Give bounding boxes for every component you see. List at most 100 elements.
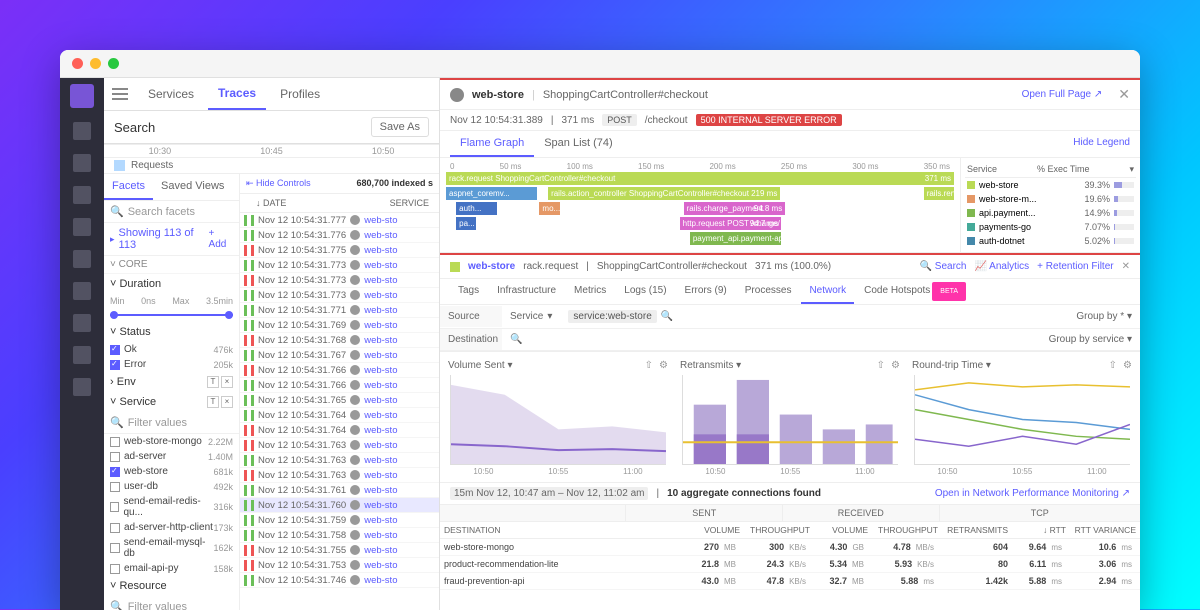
trace-row[interactable]: Nov 12 10:54:31.763web-sto (240, 453, 439, 468)
rail-icon[interactable] (73, 218, 91, 236)
rail-icon[interactable] (73, 154, 91, 172)
gear-icon[interactable]: ⚙ (659, 360, 668, 371)
trace-row[interactable]: Nov 12 10:54:31.765web-sto (240, 393, 439, 408)
app-logo[interactable] (70, 84, 94, 108)
trace-row[interactable]: Nov 12 10:54:31.767web-sto (240, 348, 439, 363)
open-npm-link[interactable]: Open in Network Performance Monitoring ↗ (935, 488, 1130, 499)
save-as-button[interactable]: Save As (371, 117, 429, 137)
trace-row[interactable]: Nov 12 10:54:31.766web-sto (240, 378, 439, 393)
hide-legend-link[interactable]: Hide Legend (1073, 131, 1130, 157)
menu-icon[interactable] (112, 88, 128, 100)
chart-title[interactable]: Round-trip Time ▾ (912, 360, 991, 371)
trace-row[interactable]: Nov 12 10:54:31.764web-sto (240, 423, 439, 438)
tab-facets[interactable]: Facets (104, 174, 153, 200)
service-item[interactable]: ad-server-http-client173k (104, 520, 239, 535)
timeline-spark[interactable] (104, 144, 439, 145)
duration-slider[interactable] (110, 310, 233, 320)
service-item[interactable]: web-store-mongo2.22M (104, 434, 239, 449)
service-item[interactable]: user-db492k (104, 479, 239, 494)
network-row[interactable]: web-store-mongo270MB300KB/s4.30GB4.78MB/… (440, 539, 1140, 556)
chart-title[interactable]: Volume Sent ▾ (448, 360, 513, 371)
network-row[interactable]: product-recommendation-lite21.8MB24.3KB/… (440, 556, 1140, 573)
service-item[interactable]: email-api-py158k (104, 561, 239, 576)
trace-row[interactable]: Nov 12 10:54:31.753web-sto (240, 558, 439, 573)
detail-tab[interactable]: Metrics (566, 279, 614, 304)
tab-span-list[interactable]: Span List (74) (534, 131, 622, 157)
chart-body[interactable] (682, 375, 898, 465)
tab-services[interactable]: Services (138, 79, 204, 109)
source-service-select[interactable]: Service ▾ (502, 306, 560, 327)
trace-row[interactable]: Nov 12 10:54:31.769web-sto (240, 318, 439, 333)
rail-icon[interactable] (73, 378, 91, 396)
close-dot[interactable] (72, 58, 83, 69)
rail-icon[interactable] (73, 314, 91, 332)
tab-flame-graph[interactable]: Flame Graph (450, 131, 534, 157)
trace-row[interactable]: Nov 12 10:54:31.759web-sto (240, 513, 439, 528)
detail-tab[interactable]: Processes (737, 279, 800, 304)
tab-traces[interactable]: Traces (208, 78, 266, 110)
chart-body[interactable] (914, 375, 1130, 465)
service-item[interactable]: web-store681k (104, 464, 239, 479)
trace-row[interactable]: Nov 12 10:54:31.775web-sto (240, 243, 439, 258)
trace-row[interactable]: Nov 12 10:54:31.773web-sto (240, 288, 439, 303)
trace-row[interactable]: Nov 12 10:54:31.763web-sto (240, 438, 439, 453)
trace-row[interactable]: Nov 12 10:54:31.746web-sto (240, 573, 439, 588)
network-row[interactable]: fraud-prevention-api43.0MB47.8KB/s32.7MB… (440, 573, 1140, 590)
trace-row[interactable]: Nov 12 10:54:31.771web-sto (240, 303, 439, 318)
rail-icon[interactable] (73, 250, 91, 268)
service-item[interactable]: ad-server1.40M (104, 449, 239, 464)
status-item[interactable]: Error205k (104, 357, 239, 372)
trace-row[interactable]: Nov 12 10:54:31.768web-sto (240, 333, 439, 348)
export-icon[interactable]: ⇧ (645, 360, 653, 371)
trace-row[interactable]: Nov 12 10:54:31.776web-sto (240, 228, 439, 243)
service-item[interactable]: send-email-redis-qu...316k (104, 494, 239, 520)
max-dot[interactable] (108, 58, 119, 69)
add-facet-button[interactable]: + Add (209, 228, 233, 250)
trace-row[interactable]: Nov 12 10:54:31.766web-sto (240, 363, 439, 378)
rail-icon[interactable] (73, 346, 91, 364)
flame-graph[interactable]: 050 ms100 ms150 ms200 ms250 ms300 ms350 … (440, 158, 960, 252)
min-dot[interactable] (90, 58, 101, 69)
gear-icon[interactable]: ⚙ (891, 360, 900, 371)
trace-row[interactable]: Nov 12 10:54:31.763web-sto (240, 468, 439, 483)
trace-row[interactable]: Nov 12 10:54:31.777web-sto (240, 213, 439, 228)
service-item[interactable]: send-email-mysql-db162k (104, 535, 239, 561)
detail-tab[interactable]: Code HotspotsBETA (856, 279, 974, 304)
close-icon[interactable]: ✕ (1118, 86, 1130, 103)
chart-title[interactable]: Retransmits ▾ (680, 360, 741, 371)
detail-tab[interactable]: Infrastructure (489, 279, 564, 304)
detail-tab[interactable]: Logs (15) (616, 279, 674, 304)
tab-profiles[interactable]: Profiles (270, 79, 330, 109)
rail-icon[interactable] (73, 186, 91, 204)
trace-row[interactable]: Nov 12 10:54:31.773web-sto (240, 273, 439, 288)
trace-row[interactable]: Nov 12 10:54:31.760web-sto (240, 498, 439, 513)
rail-icon[interactable] (73, 122, 91, 140)
hide-controls-link[interactable]: ⇤ Hide Controls (246, 178, 311, 189)
detail-tab[interactable]: Network (801, 279, 854, 304)
search-link[interactable]: 🔍 Search (920, 261, 967, 272)
trace-row[interactable]: Nov 12 10:54:31.758web-sto (240, 528, 439, 543)
detail-tab[interactable]: Errors (9) (677, 279, 735, 304)
legend-row[interactable]: payments-go7.07% (965, 220, 1136, 234)
legend-row[interactable]: web-store39.3% (965, 178, 1136, 192)
gear-icon[interactable]: ⚙ (1123, 360, 1132, 371)
retention-filter-link[interactable]: + Retention Filter (1037, 261, 1113, 272)
legend-row[interactable]: auth-dotnet5.02% (965, 234, 1136, 248)
trace-row[interactable]: Nov 12 10:54:31.773web-sto (240, 258, 439, 273)
legend-row[interactable]: web-store-m...19.6% (965, 192, 1136, 206)
chart-body[interactable] (450, 375, 666, 465)
close-icon[interactable]: ✕ (1122, 261, 1130, 272)
analytics-link[interactable]: 📈 Analytics (974, 261, 1029, 272)
detail-tab[interactable]: Tags (450, 279, 487, 304)
trace-row[interactable]: Nov 12 10:54:31.755web-sto (240, 543, 439, 558)
legend-row[interactable]: api.payment...14.9% (965, 206, 1136, 220)
trace-row[interactable]: Nov 12 10:54:31.764web-sto (240, 408, 439, 423)
export-icon[interactable]: ⇧ (877, 360, 885, 371)
status-item[interactable]: Ok476k (104, 342, 239, 357)
tab-saved-views[interactable]: Saved Views (153, 174, 232, 200)
export-icon[interactable]: ⇧ (1109, 360, 1117, 371)
facet-search-input[interactable]: Search facets (128, 206, 195, 218)
rail-icon[interactable] (73, 282, 91, 300)
open-full-page-link[interactable]: Open Full Page ↗ (1022, 89, 1103, 100)
trace-row[interactable]: Nov 12 10:54:31.761web-sto (240, 483, 439, 498)
